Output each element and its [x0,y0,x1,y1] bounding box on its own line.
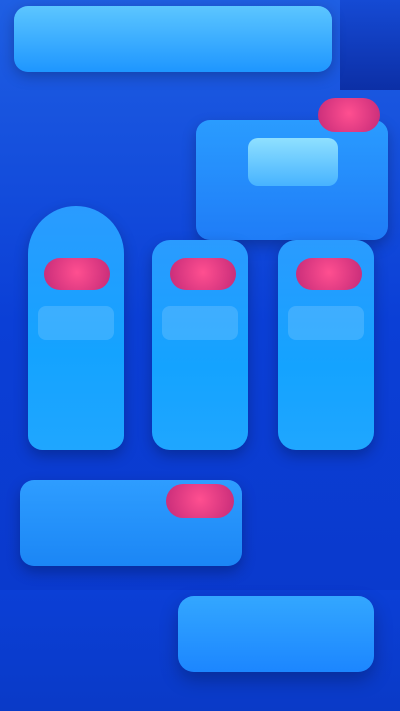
page-title [14,6,332,72]
bottom-left-label [46,612,162,648]
column-2-value [162,306,238,340]
column-1-value [38,306,114,340]
column-2-details [162,350,238,420]
column-1-badge [44,258,110,290]
top-panel-value [248,138,338,186]
top-panel-badge [318,98,380,132]
column-1-details [38,350,114,420]
top-left-label [40,148,160,178]
column-3-value [288,306,364,340]
mid-panel-badge [166,484,234,518]
column-2-badge [170,258,236,290]
mid-panel-value [44,492,164,554]
column-3-details [288,350,364,420]
header-right-area [340,0,400,90]
bottom-action-button[interactable] [178,596,374,672]
column-3-badge [296,258,362,290]
mid-right-label [262,512,368,540]
